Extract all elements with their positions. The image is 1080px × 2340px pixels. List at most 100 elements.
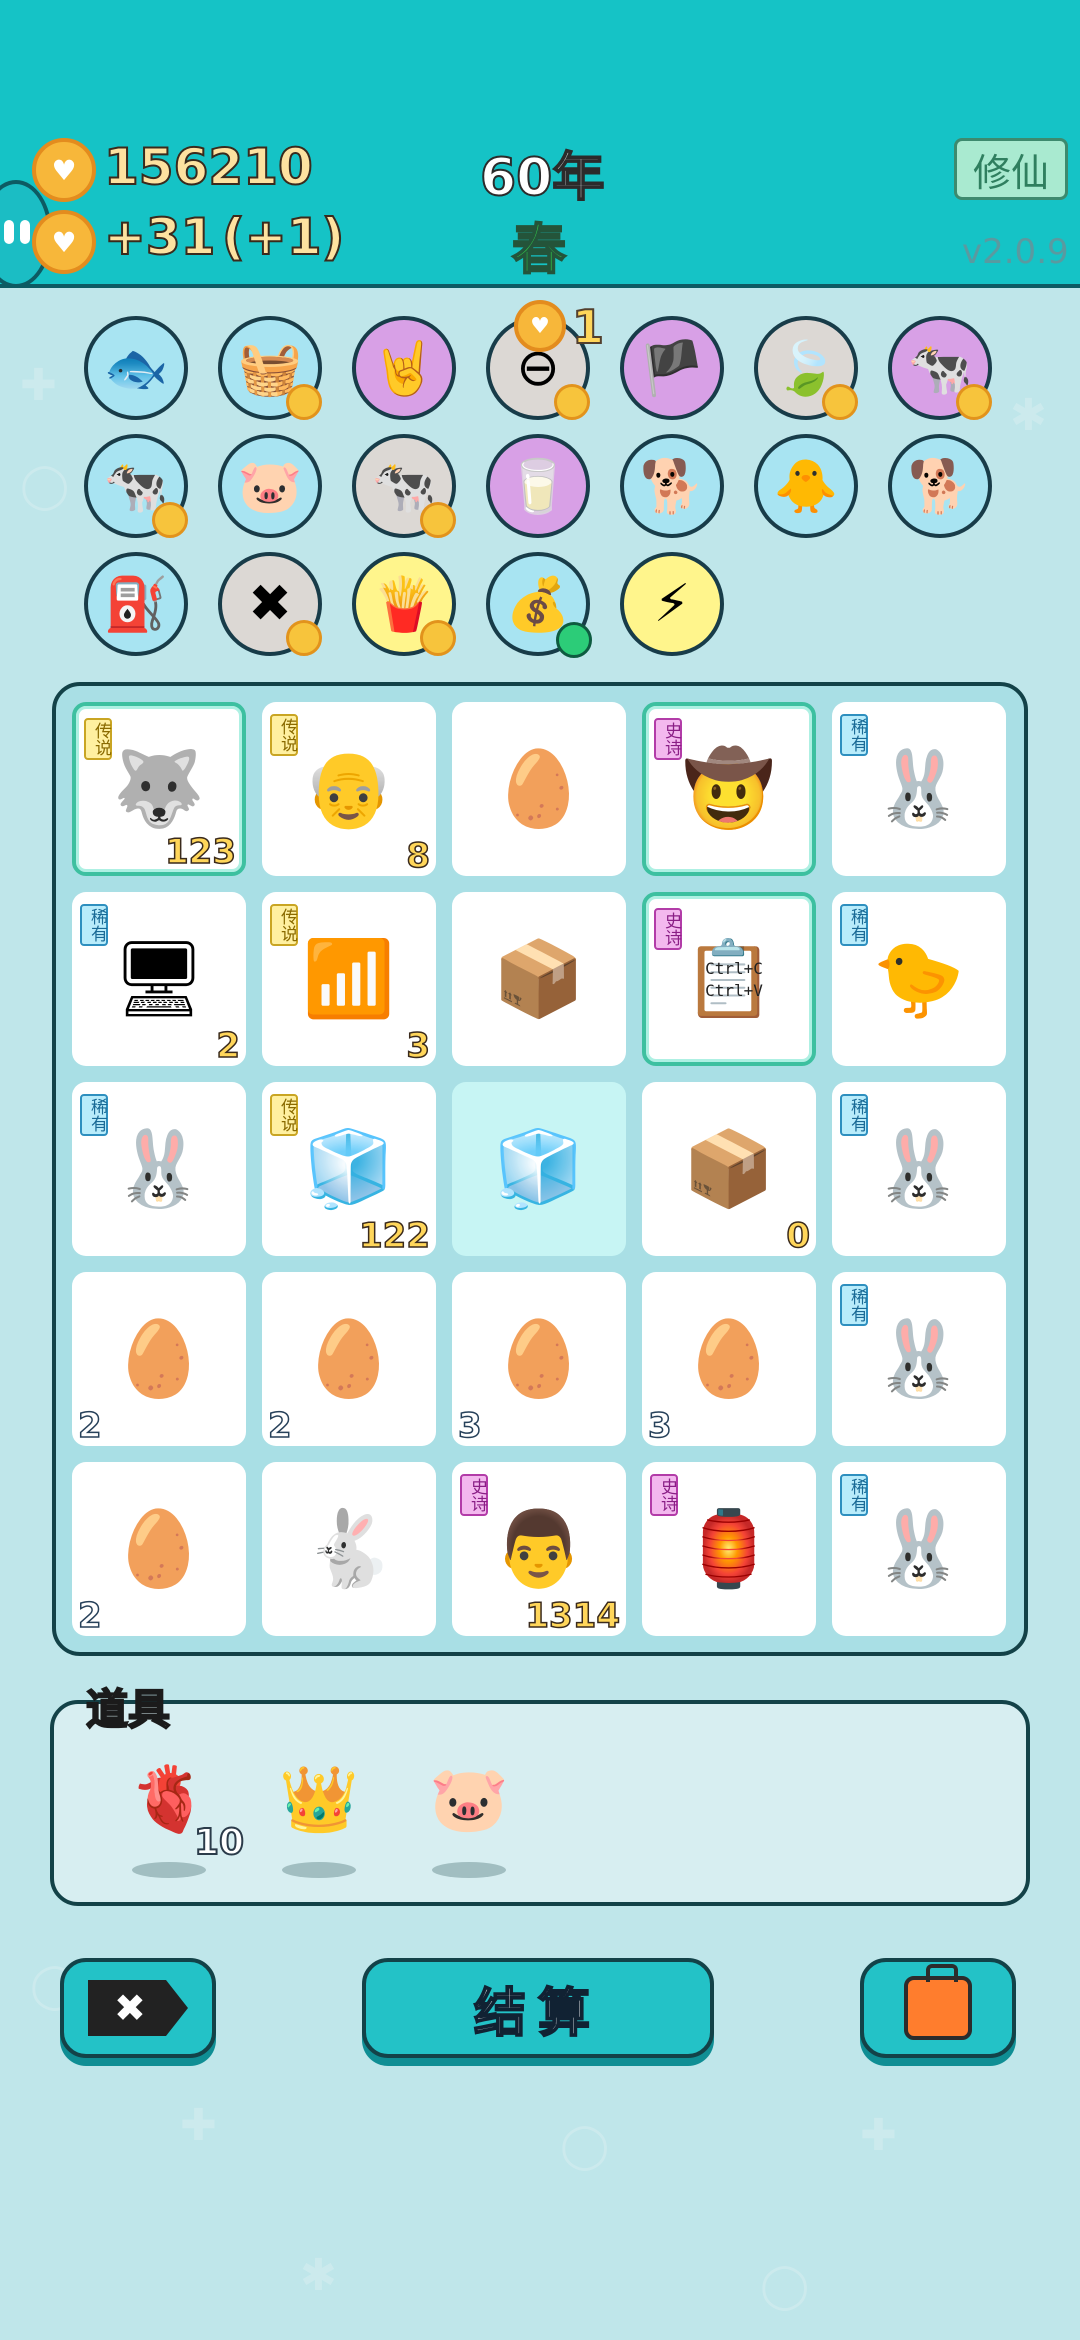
relic-piggy-bank-icon[interactable]: 🐷 <box>218 434 322 538</box>
coin-income-bonus: (+1) <box>221 207 345 267</box>
relic-cool-dog-icon[interactable]: 🐕 <box>888 434 992 538</box>
relic-sack-icon[interactable]: 💰 <box>486 552 592 658</box>
rabbit-icon: 🐰 <box>872 1315 966 1402</box>
prop-piggy-bank-icon[interactable]: 🐷 <box>414 1744 524 1878</box>
heart-coin-icon <box>822 384 858 420</box>
relic-lightning-icon[interactable]: ⚡ <box>620 552 724 656</box>
rarity-tag: 稀有 <box>840 1284 868 1326</box>
board-cell[interactable]: 🥚 2 <box>262 1272 436 1447</box>
board-cell[interactable]: 🤠 史诗 <box>642 702 816 876</box>
inventory-button[interactable] <box>860 1958 1016 2058</box>
coin-income: +31 <box>103 207 216 267</box>
rabbit-icon: 🐇 <box>302 1505 396 1592</box>
relic-milk-jar-icon[interactable]: 🥛 <box>486 434 590 538</box>
relic-plus-indicator: 1 <box>571 299 605 355</box>
rarity-tag: 传说 <box>84 718 112 760</box>
prop-shadow <box>282 1862 356 1878</box>
board-cell[interactable]: 🧊 <box>452 1082 626 1256</box>
package-icon: 📦 <box>682 1125 776 1212</box>
rabbit-icon: 🐰 <box>872 1125 966 1212</box>
relic-fries-icon[interactable]: 🍟 <box>352 552 456 656</box>
relic-fruit-basket-icon[interactable]: 🧺 <box>218 316 322 420</box>
board-cell[interactable]: 🥚 <box>452 702 626 876</box>
board-cell[interactable]: 🧊 传说 122 <box>262 1082 436 1257</box>
rarity-tag: 史诗 <box>650 1474 678 1516</box>
briefcase-icon <box>904 1964 972 2040</box>
board-cell[interactable]: 🥚 2 <box>72 1272 246 1447</box>
board-cell[interactable]: 🥚 3 <box>452 1272 626 1447</box>
cell-value: 8 <box>406 835 431 877</box>
board-cell[interactable]: 🐰 稀有 <box>72 1082 246 1256</box>
xiuxian-button[interactable]: 修仙 <box>954 138 1068 200</box>
relic-cow-pair-icon[interactable]: 🐄 <box>888 316 992 420</box>
board-cell[interactable]: 📋 Ctrl+C Ctrl+V 史诗 <box>642 892 816 1066</box>
farmer-icon: 🤠 <box>682 745 776 832</box>
rarity-tag: 传说 <box>270 1094 298 1136</box>
heart-coin-icon <box>286 384 322 420</box>
cell-value: 1314 <box>525 1595 621 1637</box>
rarity-tag: 传说 <box>270 714 298 756</box>
heart-coin-icon <box>420 502 456 538</box>
relic-rock-hand-icon[interactable]: 🤘 <box>352 316 456 420</box>
rarity-tag: 稀有 <box>840 714 868 756</box>
rarity-tag: 传说 <box>270 904 298 946</box>
relic-leaf-icon[interactable]: 🍃 <box>754 316 858 420</box>
board-cell[interactable]: 🐤 稀有 <box>832 892 1006 1066</box>
heart-coin-icon <box>152 502 188 538</box>
cell-counter: 2 <box>77 1405 102 1447</box>
rarity-tag: 稀有 <box>840 1094 868 1136</box>
prop-crown-icon[interactable]: 👑 <box>264 1744 374 1878</box>
settle-button[interactable]: 结算 <box>362 1958 714 2058</box>
rabbit-icon: 🐰 <box>112 1125 206 1212</box>
relic-cool-dog-icon[interactable]: 🐕 <box>620 434 724 538</box>
coin-icon: ♥ <box>32 138 96 202</box>
board-cell[interactable]: 🥚 2 <box>72 1462 246 1637</box>
board-cell[interactable]: 🐰 稀有 <box>832 1462 1006 1636</box>
prop-shadow <box>432 1862 506 1878</box>
fridge-icon: 🧊 <box>302 1125 396 1212</box>
relic-cow-pair-icon[interactable]: 🐄 <box>352 434 456 538</box>
board-cell[interactable]: 📦 0 <box>642 1082 816 1257</box>
board-cell[interactable]: 📦 <box>452 892 626 1066</box>
egg-icon: 🥚 <box>302 1315 396 1402</box>
version-label: v2.0.9 <box>962 232 1069 272</box>
rabbit-house-icon: 🏮 <box>682 1505 776 1592</box>
board-cell[interactable]: 🐰 稀有 <box>832 1272 1006 1446</box>
crown-icon: 👑 <box>279 1762 359 1837</box>
relic-eyepatch-icon[interactable]: 🏴 <box>620 316 724 420</box>
egg-icon: 🥚 <box>682 1315 776 1402</box>
fridge-icon: 🧊 <box>492 1125 586 1212</box>
cell-counter: 3 <box>457 1405 482 1447</box>
package-icon: 📦 <box>492 935 586 1022</box>
relic-pump-icon[interactable]: ⛽ <box>84 552 188 656</box>
egg-icon: 🥚 <box>492 745 586 832</box>
board-cell[interactable]: 🥚 3 <box>642 1272 816 1447</box>
relic-cow-pair-icon[interactable]: 🐄 <box>84 434 188 538</box>
wifi-icon: 📶 <box>302 935 396 1022</box>
board-cell[interactable]: 🐰 稀有 <box>832 1082 1006 1256</box>
board-cell[interactable]: 👴 传说 8 <box>262 702 436 877</box>
rarity-tag: 史诗 <box>654 718 682 760</box>
remove-button[interactable]: ✖ <box>60 1958 216 2058</box>
relic-delete-tag-icon[interactable]: ✖ <box>218 552 322 656</box>
rarity-tag: 稀有 <box>840 904 868 946</box>
relic-fish-tank-icon[interactable]: 🐟 <box>84 316 188 420</box>
slot-board: 🐺 传说 123 👴 传说 8 🥚 🤠 史诗 🐰 稀有 🖥 稀有 2 📶 传说 3 📦 📋 Ctrl+C Ctrl+V… <box>52 682 1028 1656</box>
board-cell[interactable]: 🐺 传说 123 <box>72 702 246 876</box>
piggy-bank-icon: 🐷 <box>429 1762 509 1837</box>
relic-chick-egg-icon[interactable]: 🐥 <box>754 434 858 538</box>
board-cell[interactable]: 🐇 <box>262 1462 436 1636</box>
cell-value: 2 <box>216 1025 241 1067</box>
board-cell[interactable]: 🐰 稀有 <box>832 702 1006 876</box>
husky-king-icon: 🐺 <box>112 745 206 832</box>
board-cell[interactable]: 👨 史诗 1314 <box>452 1462 626 1637</box>
rarity-tag: 史诗 <box>654 908 682 950</box>
coin-icon: ♥ <box>514 300 566 352</box>
heart-coin-icon <box>956 384 992 420</box>
cell-counter: 2 <box>267 1405 292 1447</box>
board-cell[interactable]: 🏮 史诗 <box>642 1462 816 1636</box>
egg-icon: 🥚 <box>492 1315 586 1402</box>
rabbit-icon: 🐰 <box>872 1505 966 1592</box>
board-cell[interactable]: 🖥 稀有 2 <box>72 892 246 1067</box>
board-cell[interactable]: 📶 传说 3 <box>262 892 436 1067</box>
